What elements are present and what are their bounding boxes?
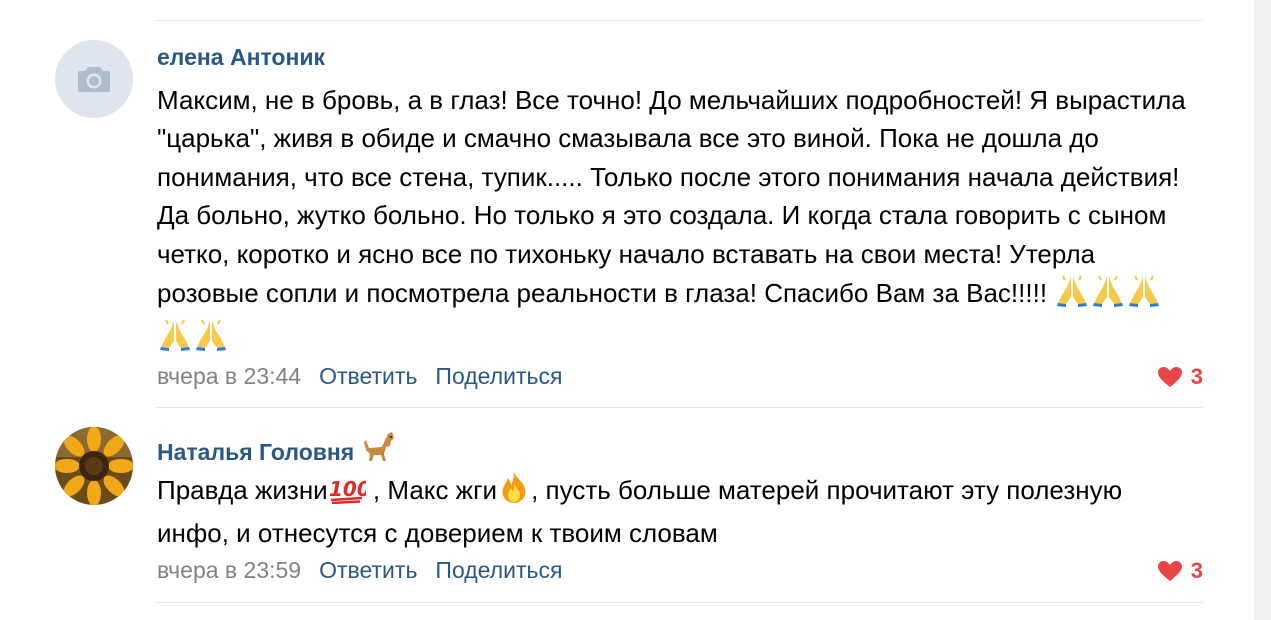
hundred-points-icon: 100: [328, 474, 371, 514]
comment-text: Максим, не в бровь, а в глаз! Все точно!…: [157, 81, 1197, 362]
heart-icon: [1157, 367, 1182, 387]
author-name: Наталья Головня: [157, 439, 355, 465]
avatar[interactable]: [55, 40, 133, 118]
like-count: 3: [1190, 364, 1203, 389]
like-button[interactable]: 3: [1157, 558, 1203, 584]
share-button[interactable]: Поделиться: [435, 363, 562, 389]
comment-text-part: , Макс жги: [365, 475, 498, 505]
folded-hands-icon: [193, 317, 229, 361]
like-count: 3: [1190, 558, 1203, 583]
comment-meta: вчера в 23:44 Ответить Поделиться: [157, 363, 562, 390]
folded-hands-icon: [1054, 273, 1090, 317]
comment-date[interactable]: вчера в 23:59: [157, 557, 301, 583]
reply-button[interactable]: Ответить: [319, 363, 417, 389]
like-button[interactable]: 3: [1157, 364, 1203, 390]
comment-text: Правда жизни100 , Макс жги, пусть больше…: [157, 470, 1197, 553]
share-button[interactable]: Поделиться: [435, 557, 562, 583]
fire-icon: [497, 470, 531, 514]
folded-hands-icon: [1126, 273, 1162, 317]
sunflower-avatar: [55, 427, 133, 505]
comment-author[interactable]: Наталья Головня: [157, 432, 396, 468]
reply-button[interactable]: Ответить: [319, 557, 417, 583]
scrollbar-track[interactable]: [1254, 0, 1271, 620]
divider: [155, 602, 1203, 603]
folded-hands-icon: [1090, 273, 1126, 317]
comment-text-body: Максим, не в бровь, а в глаз! Все точно!…: [157, 85, 1186, 309]
comment-date[interactable]: вчера в 23:44: [157, 363, 301, 389]
camera-placeholder-icon: [78, 67, 110, 92]
folded-hands-icon: [157, 317, 193, 361]
heart-icon: [1157, 561, 1182, 581]
divider: [155, 407, 1203, 408]
comment-meta: вчера в 23:59 Ответить Поделиться: [157, 557, 562, 584]
comment-author[interactable]: елена Антоник: [157, 44, 325, 71]
dog-icon: [362, 432, 396, 468]
divider: [155, 20, 1203, 21]
avatar[interactable]: [55, 427, 133, 505]
comment-text-part: Правда жизни: [157, 475, 328, 505]
